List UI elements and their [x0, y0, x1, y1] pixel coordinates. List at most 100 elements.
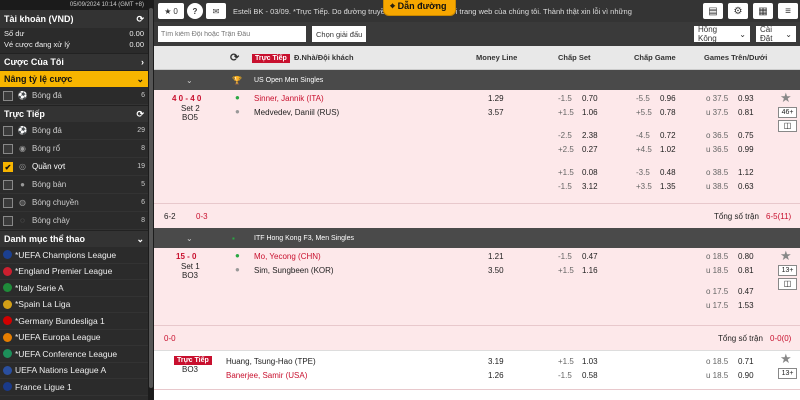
more-markets-button[interactable]: 13+: [778, 368, 797, 379]
chevron-down-icon[interactable]: ⌄: [186, 234, 193, 243]
sidebar-league-item[interactable]: *UEFA Conference League: [0, 346, 148, 363]
set-odds-home[interactable]: 2.38: [582, 131, 598, 140]
live-filter[interactable]: Trực Tiếp: [252, 46, 290, 70]
announcement-icon[interactable]: ✉: [206, 3, 226, 19]
balance-label: Số dư: [4, 29, 25, 38]
sidebar-league-item[interactable]: *Germany Bundesliga 1: [0, 313, 148, 330]
choose-league-button[interactable]: Chọn giải đấu: [312, 26, 367, 42]
away-team[interactable]: Medvedev, Daniil (RUS): [254, 108, 339, 117]
game-odds-home[interactable]: 0.48: [660, 168, 676, 177]
stats-icon[interactable]: ◫: [778, 120, 797, 132]
money-line-away[interactable]: 3.50: [488, 266, 504, 275]
money-line-home[interactable]: 1.29: [488, 94, 504, 103]
game-odds-away[interactable]: 1.35: [660, 182, 676, 191]
total-over-odds[interactable]: 0.80: [738, 252, 754, 261]
chevron-down-icon[interactable]: ⌄: [186, 76, 193, 85]
boost-section[interactable]: Nâng tỷ lệ cược ⌄: [0, 70, 148, 87]
more-markets-button[interactable]: 46+: [778, 107, 797, 118]
set-odds-away[interactable]: 3.12: [582, 182, 598, 191]
scrollbar-thumb[interactable]: [149, 8, 153, 388]
money-line-home[interactable]: 1.21: [488, 252, 504, 261]
total-over-odds[interactable]: 1.12: [738, 168, 754, 177]
checkbox[interactable]: [3, 143, 13, 154]
navigation-button[interactable]: ⌖ Dẫn đường: [383, 0, 456, 16]
total-under-odds[interactable]: 0.90: [738, 371, 754, 380]
set-odds-home[interactable]: 0.08: [582, 168, 598, 177]
away-team[interactable]: Banerjee, Samir (USA): [226, 371, 307, 380]
live-badge: Trực Tiếp: [252, 54, 290, 63]
odds-type-select[interactable]: Hồng Kông ⌄: [694, 25, 750, 43]
favorite-star-icon[interactable]: ★: [780, 90, 792, 106]
total-over-odds[interactable]: 0.71: [738, 357, 754, 366]
sidebar-item-live-football[interactable]: ⚽ Bóng đá 29: [0, 122, 148, 140]
favorite-star-icon[interactable]: ★: [780, 351, 792, 367]
game-odds-away[interactable]: 1.02: [660, 145, 676, 154]
money-line-away[interactable]: 3.57: [488, 108, 504, 117]
sidebar-league-item[interactable]: *UEFA Europa League: [0, 330, 148, 346]
calendar-icon[interactable]: ▦: [753, 3, 773, 19]
checkbox[interactable]: [3, 215, 13, 226]
total-over-odds[interactable]: 0.75: [738, 131, 754, 140]
game-odds-home[interactable]: 0.72: [660, 131, 676, 140]
total-over-odds[interactable]: 0.47: [738, 287, 754, 296]
categories-section[interactable]: Danh mục thể thao ⌄: [0, 230, 148, 247]
sidebar-league-item[interactable]: France Ligue 1: [0, 379, 148, 396]
result-icon[interactable]: ⚙: [728, 3, 748, 19]
live-section[interactable]: Trực Tiếp ⟳: [0, 105, 148, 122]
menu-icon[interactable]: ≡: [778, 3, 798, 19]
sidebar-league-item[interactable]: *Spain La Liga: [0, 297, 148, 313]
sidebar-item-boost-football[interactable]: ⚽ Bóng đá 6: [0, 87, 148, 105]
home-team[interactable]: Huang, Tsung-Hao (TPE): [226, 357, 316, 366]
sidebar-league-item[interactable]: *UEFA Champions League: [0, 247, 148, 264]
total-under-odds[interactable]: 1.53: [738, 301, 754, 310]
total-under-odds[interactable]: 0.99: [738, 145, 754, 154]
game-odds-away[interactable]: 0.78: [660, 108, 676, 117]
more-markets-button[interactable]: 13+: [778, 265, 797, 276]
serve-dot: ●: [235, 107, 240, 116]
league-header[interactable]: ⌄ ▪ ITF Hong Kong F3, Men Singles: [154, 228, 800, 248]
set-odds-home[interactable]: 0.47: [582, 252, 598, 261]
my-bets-section[interactable]: Cược Của Tôi ›: [0, 53, 148, 70]
money-line-home[interactable]: 3.19: [488, 357, 504, 366]
league-header[interactable]: ⌄ 🏆 US Open Men Singles: [154, 70, 800, 90]
settings-select[interactable]: Cài Đặt ⌄: [756, 25, 796, 43]
total-under-odds[interactable]: 0.81: [738, 108, 754, 117]
refresh-icon[interactable]: ⟳: [230, 46, 239, 70]
money-line-away[interactable]: 1.26: [488, 371, 504, 380]
total-under-odds[interactable]: 0.63: [738, 182, 754, 191]
checkbox[interactable]: [3, 179, 13, 190]
set-odds-home[interactable]: 1.03: [582, 357, 598, 366]
refresh-icon[interactable]: ⟳: [136, 109, 144, 120]
set-odds-away[interactable]: 0.27: [582, 145, 598, 154]
stats-icon[interactable]: ◫: [778, 278, 797, 290]
checkbox[interactable]: [3, 125, 13, 136]
sidebar-league-item[interactable]: UEFA Nations League A: [0, 363, 148, 379]
set-odds-away[interactable]: 0.58: [582, 371, 598, 380]
game-odds-home[interactable]: 0.96: [660, 94, 676, 103]
sidebar-item-live-baseball[interactable]: ◌ Bóng chày 8: [0, 212, 148, 230]
set-odds-away[interactable]: 1.16: [582, 266, 598, 275]
account-header[interactable]: Tài khoản (VND) ⟳: [0, 10, 148, 28]
favorites-button[interactable]: ★ 0: [158, 3, 184, 19]
home-team[interactable]: Sinner, Jannik (ITA): [254, 94, 324, 103]
checkbox[interactable]: [3, 197, 13, 208]
search-input[interactable]: [158, 26, 306, 42]
total-over-odds[interactable]: 0.93: [738, 94, 754, 103]
away-team[interactable]: Sim, Sungbeen (KOR): [254, 266, 334, 275]
favorite-star-icon[interactable]: ★: [780, 248, 792, 264]
set-odds-home[interactable]: 0.70: [582, 94, 598, 103]
home-team[interactable]: Mo, Yecong (CHN): [254, 252, 321, 261]
statement-icon[interactable]: ▤: [703, 3, 723, 19]
checkbox-checked[interactable]: ✔: [3, 161, 13, 172]
sidebar-item-live-volleyball[interactable]: ◍ Bóng chuyền 6: [0, 194, 148, 212]
sidebar-league-item[interactable]: *Italy Serie A: [0, 280, 148, 297]
sidebar-league-item[interactable]: *England Premier League: [0, 264, 148, 280]
refresh-icon[interactable]: ⟳: [136, 14, 144, 25]
sidebar-item-live-tennis[interactable]: ✔ ◎ Quần vợt 19: [0, 158, 148, 176]
help-button[interactable]: ?: [187, 3, 203, 19]
sidebar-item-live-table-tennis[interactable]: ● Bóng bàn 5: [0, 176, 148, 194]
checkbox[interactable]: [3, 90, 13, 101]
sidebar-item-live-basketball[interactable]: ◉ Bóng rổ 8: [0, 140, 148, 158]
total-under-odds[interactable]: 0.81: [738, 266, 754, 275]
set-odds-away[interactable]: 1.06: [582, 108, 598, 117]
